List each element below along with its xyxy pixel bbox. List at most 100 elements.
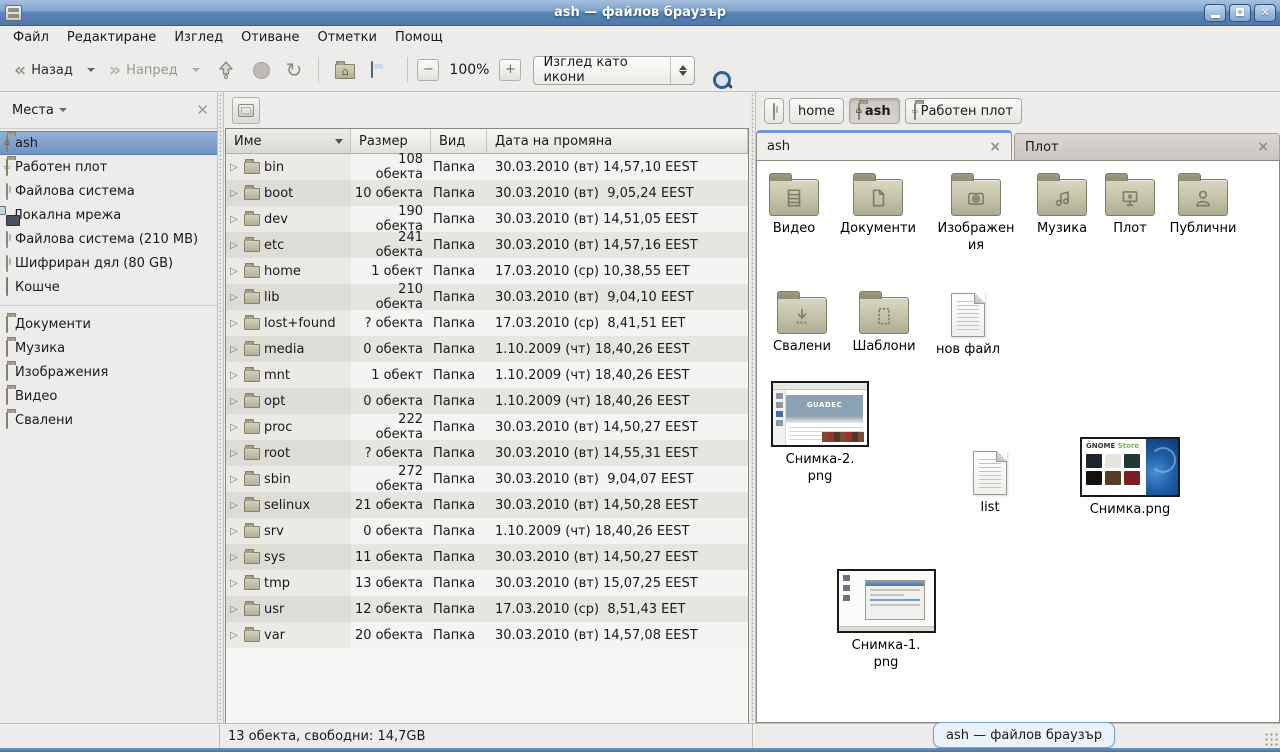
sidebar-item-6[interactable]: Кошче xyxy=(0,275,217,299)
taskbar-window-button[interactable]: ash — файлов браузър xyxy=(933,722,1115,748)
expander-icon[interactable]: ▷ xyxy=(230,396,240,407)
menu-5[interactable]: Помощ xyxy=(386,27,452,48)
table-row[interactable]: ▷usr12 обектаПапка17.03.2010 (ср) 8,51,4… xyxy=(226,596,748,622)
expander-icon[interactable]: ▷ xyxy=(230,214,240,225)
sidebar-item-0[interactable]: ⌂ash xyxy=(0,131,217,155)
breadcrumb-ash[interactable]: ⌂ash xyxy=(849,98,900,124)
sidebar-item-1[interactable]: ▭Работен плот xyxy=(0,155,217,179)
menu-2[interactable]: Изглед xyxy=(165,27,232,48)
icon-view[interactable]: ВидеоДокументиИзображенияМузикаПлотПубли… xyxy=(756,160,1280,723)
expander-icon[interactable]: ▷ xyxy=(230,240,240,251)
table-row[interactable]: ▷root? обектаПапка30.03.2010 (вт) 14,55,… xyxy=(226,440,748,466)
table-row[interactable]: ▷var20 обектаПапка30.03.2010 (вт) 14,57,… xyxy=(226,622,748,648)
file-item-нов файл[interactable]: нов файл xyxy=(920,287,1016,359)
expander-icon[interactable]: ▷ xyxy=(230,344,240,355)
table-row[interactable]: ▷sys11 обектаПапка30.03.2010 (вт) 14,50,… xyxy=(226,544,748,570)
sidebar-item-10[interactable]: Видео xyxy=(0,384,217,408)
table-row[interactable]: ▷mnt1 обектПапка1.10.2009 (чт) 18,40,26 … xyxy=(226,362,748,388)
zoom-out-button[interactable]: − xyxy=(417,59,439,81)
menu-3[interactable]: Отиване xyxy=(232,27,308,48)
places-selector-caret[interactable] xyxy=(59,108,67,116)
expander-icon[interactable]: ▷ xyxy=(230,630,240,641)
column-header-type[interactable]: Вид xyxy=(431,129,487,154)
table-row[interactable]: ▷tmp13 обектаПапка30.03.2010 (вт) 15,07,… xyxy=(226,570,748,596)
menu-0[interactable]: Файл xyxy=(4,27,58,48)
column-header-name[interactable]: Име xyxy=(226,129,351,154)
table-row[interactable]: ▷proc222 обектаПапка30.03.2010 (вт) 14,5… xyxy=(226,414,748,440)
table-row[interactable]: ▷srv0 обектаПапка1.10.2009 (чт) 18,40,26… xyxy=(226,518,748,544)
places-close-icon[interactable]: ✕ xyxy=(196,101,209,119)
expander-icon[interactable]: ▷ xyxy=(230,370,240,381)
table-row[interactable]: ▷sbin272 обектаПапка30.03.2010 (вт) 9,04… xyxy=(226,466,748,492)
table-row[interactable]: ▷dev190 обектаПапка30.03.2010 (вт) 14,51… xyxy=(226,206,748,232)
expander-icon[interactable]: ▷ xyxy=(230,422,240,433)
places-title[interactable]: Места xyxy=(12,103,54,118)
tree-location-button[interactable] xyxy=(232,97,260,124)
sidebar-item-5[interactable]: Шифриран дял (80 GB) xyxy=(0,251,217,275)
file-item-Шаблони[interactable]: Шаблони xyxy=(836,289,932,356)
maximize-button[interactable] xyxy=(1229,4,1251,22)
back-history-dropdown[interactable] xyxy=(81,59,101,81)
menu-4[interactable]: Отметки xyxy=(308,27,385,48)
column-header-date[interactable]: Дата на промяна xyxy=(487,129,748,154)
expander-icon[interactable]: ▷ xyxy=(230,292,240,303)
breadcrumb-root[interactable] xyxy=(764,98,784,124)
search-button[interactable] xyxy=(709,67,715,73)
file-item-Снимка-1.png[interactable]: Снимка-1.png xyxy=(838,565,934,672)
file-item-Изображения[interactable]: Изображения xyxy=(928,171,1024,255)
table-row[interactable]: ▷boot10 обектаПапка30.03.2010 (вт) 9,05,… xyxy=(226,180,748,206)
table-row[interactable]: ▷home1 обектПапка17.03.2010 (ср) 10,38,5… xyxy=(226,258,748,284)
table-row[interactable]: ▷lost+found? обектаПапка17.03.2010 (ср) … xyxy=(226,310,748,336)
file-item-Публични[interactable]: Публични xyxy=(1155,171,1251,238)
file-item-Документи[interactable]: Документи xyxy=(830,171,926,238)
expander-icon[interactable]: ▷ xyxy=(230,162,240,173)
table-row[interactable]: ▷lib210 обектаПапка30.03.2010 (вт) 9,04,… xyxy=(226,284,748,310)
minimize-button[interactable] xyxy=(1204,4,1226,22)
stop-button[interactable] xyxy=(246,58,277,83)
expander-icon[interactable]: ▷ xyxy=(230,188,240,199)
sidebar-item-4[interactable]: Файлова система (210 MB) xyxy=(0,227,217,251)
file-item-list[interactable]: list xyxy=(942,445,1038,517)
forward-button[interactable]: » Напред xyxy=(103,58,184,83)
zoom-in-button[interactable]: + xyxy=(499,59,521,81)
expander-icon[interactable]: ▷ xyxy=(230,474,240,485)
reload-button[interactable]: ↻ xyxy=(279,57,310,83)
sidebar-item-3[interactable]: Локална мрежа xyxy=(0,203,217,227)
home-button[interactable]: ⌂ xyxy=(328,58,362,83)
tab-close-icon[interactable]: × xyxy=(989,139,1001,155)
expander-icon[interactable]: ▷ xyxy=(230,578,240,589)
file-item-Снимка.png[interactable]: ĞNOME Store Снимка.png xyxy=(1082,433,1178,519)
menu-1[interactable]: Редактиране xyxy=(58,27,165,48)
expander-icon[interactable]: ▷ xyxy=(230,266,240,277)
table-row[interactable]: ▷etc241 обектаПапка30.03.2010 (вт) 14,57… xyxy=(226,232,748,258)
close-button[interactable]: ✕ xyxy=(1254,4,1276,22)
sidebar-item-8[interactable]: Музика xyxy=(0,336,217,360)
sidebar-item-11[interactable]: Свалени xyxy=(0,408,217,432)
back-button[interactable]: « Назад xyxy=(8,58,79,83)
computer-button[interactable] xyxy=(364,58,398,82)
file-item-Снимка-2.png[interactable]: GUADECСнимка-2.png xyxy=(772,377,868,486)
expander-icon[interactable]: ▷ xyxy=(230,526,240,537)
table-row[interactable]: ▷selinux21 обектаПапка30.03.2010 (вт) 14… xyxy=(226,492,748,518)
view-mode-select[interactable]: Изглед като икони xyxy=(533,56,695,85)
tab-ash[interactable]: ash× xyxy=(756,130,1012,160)
table-row[interactable]: ▷media0 обектаПапка1.10.2009 (чт) 18,40,… xyxy=(226,336,748,362)
breadcrumb-Работен плот[interactable]: ▭Работен плот xyxy=(905,98,1022,124)
sidebar-item-7[interactable]: Документи xyxy=(0,312,217,336)
column-header-size[interactable]: Размер xyxy=(351,129,431,154)
expander-icon[interactable]: ▷ xyxy=(230,500,240,511)
expander-icon[interactable]: ▷ xyxy=(230,318,240,329)
sidebar-item-9[interactable]: Изображения xyxy=(0,360,217,384)
go-up-button[interactable] xyxy=(208,55,244,85)
breadcrumb-home[interactable]: home xyxy=(789,98,844,124)
expander-icon[interactable]: ▷ xyxy=(230,448,240,459)
sidebar-item-2[interactable]: Файлова система xyxy=(0,179,217,203)
tab-Плот[interactable]: Плот× xyxy=(1014,133,1280,160)
table-row[interactable]: ▷bin108 обектаПапка30.03.2010 (вт) 14,57… xyxy=(226,154,748,180)
table-row[interactable]: ▷opt0 обектаПапка1.10.2009 (чт) 18,40,26… xyxy=(226,388,748,414)
expander-icon[interactable]: ▷ xyxy=(230,604,240,615)
forward-history-dropdown[interactable] xyxy=(186,59,206,81)
expander-icon[interactable]: ▷ xyxy=(230,552,240,563)
tab-close-icon[interactable]: × xyxy=(1257,139,1269,155)
resize-grip[interactable] xyxy=(1264,732,1278,746)
